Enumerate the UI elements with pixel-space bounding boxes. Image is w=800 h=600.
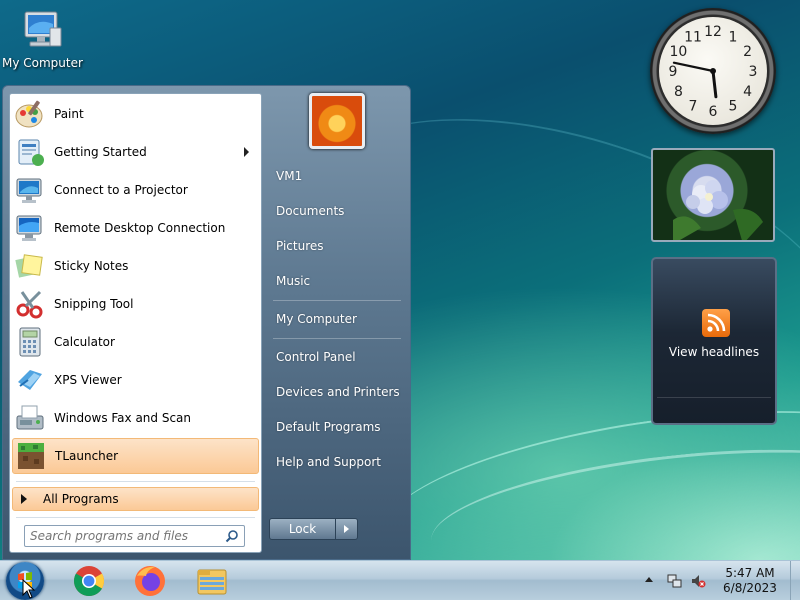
user-picture[interactable]	[309, 93, 365, 149]
search-input[interactable]	[25, 526, 215, 546]
clock-number: 11	[684, 29, 702, 45]
search-icon[interactable]	[225, 529, 239, 543]
program-calculator[interactable]: Calculator	[12, 324, 259, 360]
program-label: Sticky Notes	[54, 259, 129, 273]
program-label: Connect to a Projector	[54, 183, 188, 197]
volume-muted-icon[interactable]	[690, 573, 706, 589]
sticky-notes-icon	[15, 254, 43, 278]
all-programs-label: All Programs	[43, 492, 119, 506]
program-label: Windows Fax and Scan	[54, 411, 192, 425]
clock-number: 12	[704, 24, 722, 40]
desktop-icon-my-computer[interactable]: My Computer	[2, 8, 83, 70]
program-label: Calculator	[54, 335, 115, 349]
program-label: Getting Started	[54, 145, 147, 159]
remote-desktop-icon	[16, 215, 42, 241]
clock-number: 5	[729, 99, 738, 115]
all-programs-button[interactable]: All Programs	[12, 487, 259, 511]
program-label: Remote Desktop Connection	[54, 221, 226, 235]
right-separator	[273, 300, 401, 301]
snipping-tool-icon	[16, 290, 43, 319]
clock-number: 9	[669, 64, 678, 80]
getting-started-icon	[18, 139, 44, 166]
program-label: XPS Viewer	[54, 373, 122, 387]
taskbar-time: 5:47 AM	[725, 566, 775, 580]
view-headlines-link[interactable]: View headlines	[653, 345, 775, 359]
program-label: TLauncher	[55, 449, 119, 463]
lock-button[interactable]: Lock	[269, 518, 336, 540]
taskbar-chrome-button[interactable]	[64, 562, 114, 600]
program-tlauncher[interactable]: TLauncher	[12, 438, 259, 474]
show-hidden-icons-icon[interactable]	[645, 577, 653, 582]
programs-separator	[16, 481, 255, 482]
right-item-my-computer[interactable]: My Computer	[276, 312, 357, 326]
program-fax-scan[interactable]: Windows Fax and Scan	[12, 400, 259, 436]
right-item-control-panel[interactable]: Control Panel	[276, 350, 356, 364]
right-item-vm1[interactable]: VM1	[276, 169, 302, 183]
right-separator	[273, 338, 401, 339]
right-item-help-support[interactable]: Help and Support	[276, 455, 381, 469]
right-item-music[interactable]: Music	[276, 274, 310, 288]
clock-number: 1	[729, 29, 738, 45]
clock-number: 8	[674, 84, 683, 100]
right-item-devices-printers[interactable]: Devices and Printers	[276, 385, 400, 399]
show-desktop-button[interactable]	[790, 561, 800, 600]
program-label: Snipping Tool	[54, 297, 134, 311]
submenu-arrow-icon[interactable]	[244, 147, 249, 157]
start-menu-programs-pane: Paint Getting Started Connect to a Proje…	[9, 93, 262, 553]
search-separator	[16, 517, 255, 518]
program-remote-desktop[interactable]: Remote Desktop Connection	[12, 210, 259, 246]
clock-hour-hand	[711, 69, 718, 99]
taskbar-firefox-button[interactable]	[125, 562, 175, 600]
feed-headlines-gadget[interactable]: View headlines	[651, 257, 777, 425]
chevron-right-icon	[344, 525, 349, 533]
clock-number: 3	[749, 64, 758, 80]
flower-photo	[673, 180, 763, 240]
clock-number: 2	[743, 44, 752, 60]
clock-number: 10	[669, 44, 687, 60]
fax-scan-icon	[16, 405, 44, 430]
expand-arrow-icon	[21, 494, 27, 504]
paint-icon	[15, 100, 43, 128]
program-xps-viewer[interactable]: XPS Viewer	[12, 362, 259, 398]
taskbar: 5:47 AM 6/8/2023	[0, 560, 800, 600]
clock-number: 6	[709, 104, 718, 120]
taskbar-explorer-button[interactable]	[187, 562, 237, 600]
chrome-icon	[73, 566, 105, 597]
mouse-cursor-icon	[22, 579, 36, 599]
start-menu: Paint Getting Started Connect to a Proje…	[2, 85, 411, 560]
clock-dial: 12 12 3 45678 9 1011	[669, 24, 758, 120]
slideshow-gadget[interactable]	[651, 148, 775, 242]
shutdown-options-button[interactable]	[336, 518, 358, 540]
headlines-divider	[657, 397, 771, 398]
clock-number: 7	[689, 99, 698, 115]
computer-icon	[24, 11, 62, 47]
right-item-default-programs[interactable]: Default Programs	[276, 420, 381, 434]
program-label: Paint	[54, 107, 84, 121]
xps-viewer-icon	[18, 370, 42, 390]
program-getting-started[interactable]: Getting Started	[12, 134, 259, 170]
program-snipping-tool[interactable]: Snipping Tool	[12, 286, 259, 322]
program-sticky-notes[interactable]: Sticky Notes	[12, 248, 259, 284]
program-connect-projector[interactable]: Connect to a Projector	[12, 172, 259, 208]
right-item-pictures[interactable]: Pictures	[276, 239, 324, 253]
clock-gadget[interactable]: 12 1 2 3 4 5 6 7 8 9 10 11	[650, 8, 776, 134]
program-paint[interactable]: Paint	[12, 96, 259, 132]
network-icon[interactable]	[667, 573, 683, 589]
rss-icon	[702, 309, 730, 337]
clock-minute-hand	[672, 61, 715, 73]
desktop-icon-label: My Computer	[2, 56, 83, 70]
search-box[interactable]	[24, 525, 245, 547]
clock-number: 4	[743, 84, 752, 100]
taskbar-clock[interactable]: 5:47 AM 6/8/2023	[715, 566, 785, 596]
projector-icon	[16, 178, 42, 203]
right-item-documents[interactable]: Documents	[276, 204, 344, 218]
taskbar-date: 6/8/2023	[723, 581, 777, 595]
clock-face: 12 1 2 3 4 5 6 7 8 9 10 11	[659, 17, 767, 125]
clock-center	[710, 68, 716, 74]
file-explorer-icon	[197, 569, 227, 595]
firefox-icon	[135, 566, 165, 596]
tlauncher-icon	[18, 443, 44, 469]
calculator-icon	[19, 327, 41, 357]
